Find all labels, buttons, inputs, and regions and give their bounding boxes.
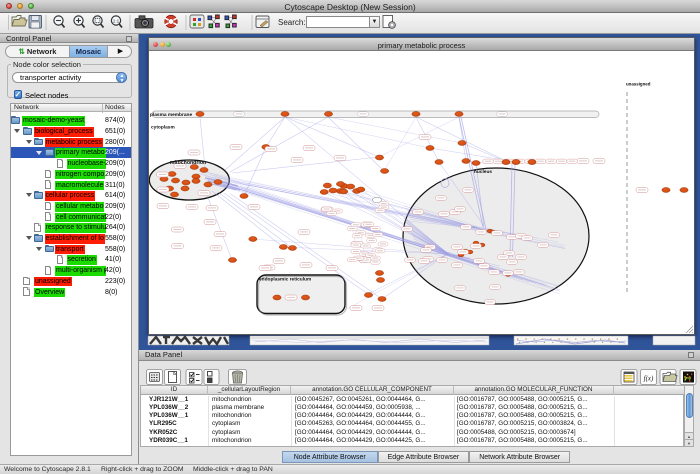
svg-text:1:1: 1:1 [113,19,120,24]
svg-text:unassigned: unassigned [626,82,651,87]
svg-text:cytoplasm: cytoplasm [151,125,175,131]
svg-text:nucleus: nucleus [474,169,492,175]
svg-text:plasma membrane: plasma membrane [150,112,192,118]
svg-text:endoplasmic reticulum: endoplasmic reticulum [259,277,311,283]
svg-text:mitochondrion: mitochondrion [170,160,206,166]
